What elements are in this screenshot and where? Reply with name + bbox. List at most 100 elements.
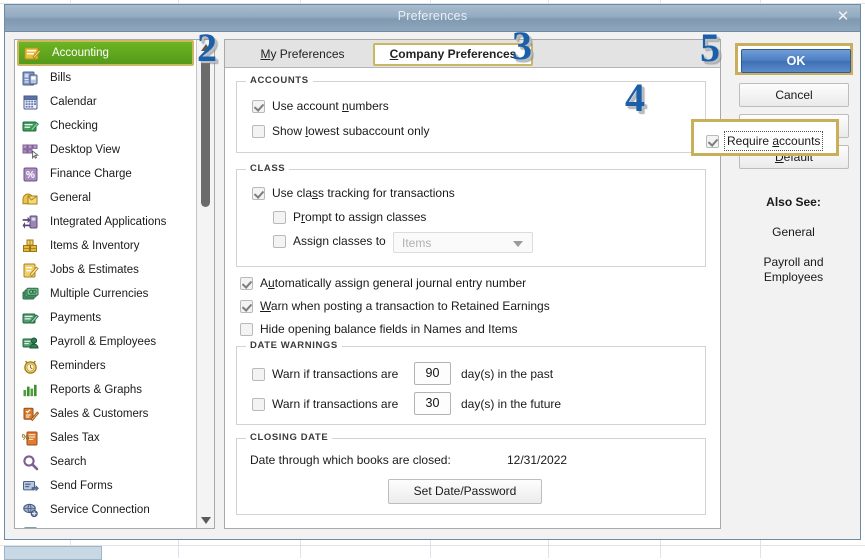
assign-classes-to-dropdown[interactable]: Items <box>393 232 533 253</box>
items-inventory-icon <box>22 238 39 255</box>
sidebar-item-search[interactable]: Search <box>15 450 196 474</box>
sidebar-item-sales-customers[interactable]: Sales & Customers <box>15 402 196 426</box>
ok-highlight-box: OK <box>735 43 853 75</box>
warn-past-row[interactable]: Warn if transactions are <box>252 367 398 381</box>
sidebar-item-label: Reminders <box>50 360 106 372</box>
general-icon <box>22 190 39 207</box>
tab-company-preferences[interactable]: Company Preferences <box>373 43 533 66</box>
close-icon[interactable]: ✕ <box>834 8 852 26</box>
hide-opening-balance-checkbox[interactable] <box>240 322 253 336</box>
warn-future-row[interactable]: Warn if transactions are <box>252 397 398 411</box>
use-account-numbers-label: Use account numbers <box>272 99 389 113</box>
scrollbar-thumb[interactable] <box>201 57 210 207</box>
sidebar-item-multiple-currencies[interactable]: Multiple Currencies <box>15 282 196 306</box>
also-see-link-payroll-employees[interactable]: Payroll and Employees <box>731 255 856 285</box>
sidebar-item-checking[interactable]: Checking <box>15 114 196 138</box>
sidebar-item-spelling[interactable]: AbcSpelling <box>15 522 196 528</box>
show-lowest-subaccount-row[interactable]: Show lowest subaccount only <box>252 124 429 138</box>
show-lowest-subaccount-checkbox[interactable] <box>252 124 265 138</box>
sidebar-item-label: Items & Inventory <box>50 240 140 252</box>
set-date-password-button[interactable]: Set Date/Password <box>388 479 542 504</box>
category-list[interactable]: Accounting Bills Calendar Checking Desktop V… <box>15 40 196 528</box>
require-accounts-row[interactable]: Require accounts <box>706 131 824 151</box>
tab-company-preferences-mnemonic: C <box>389 47 399 61</box>
date-warnings-group: DATE WARNINGS Warn if transactions are 9… <box>236 340 706 425</box>
warn-past-suffix: day(s) in the past <box>461 367 554 381</box>
sidebar-item-payments[interactable]: Payments <box>15 306 196 330</box>
also-see-link-general[interactable]: General <box>731 225 856 240</box>
sidebar-item-general[interactable]: General <box>15 186 196 210</box>
sidebar-item-label: Service Connection <box>50 504 150 516</box>
sidebar-item-label: Jobs & Estimates <box>50 264 139 276</box>
class-group-legend: CLASS <box>246 163 290 174</box>
sidebar-item-calendar[interactable]: Calendar <box>15 90 196 114</box>
auto-journal-number-row[interactable]: Automatically assign general journal ent… <box>240 276 526 290</box>
warn-retained-earnings-label: Warn when posting a transaction to Retai… <box>260 299 550 313</box>
sidebar-item-label: Sales & Customers <box>50 408 149 420</box>
assign-classes-to-checkbox[interactable] <box>273 234 286 248</box>
sidebar-item-label: Bills <box>50 72 72 84</box>
sidebar-item-reminders[interactable]: Reminders <box>15 354 196 378</box>
preferences-main-panel: My Preferences Company Preferences ACCOU… <box>224 39 839 529</box>
scroll-down-arrow-icon[interactable] <box>197 513 214 528</box>
sidebar-item-finance-charge[interactable]: % Finance Charge <box>15 162 196 186</box>
prompt-to-assign-classes-label: Prompt to assign classes <box>293 210 427 224</box>
sidebar-item-label: Reports & Graphs <box>50 384 143 396</box>
sidebar-item-desktop-view[interactable]: Desktop View <box>15 138 196 162</box>
hide-opening-balance-row[interactable]: Hide opening balance fields in Names and… <box>240 322 518 336</box>
cancel-button[interactable]: Cancel <box>739 83 849 107</box>
use-account-numbers-row[interactable]: Use account numbers <box>252 99 389 113</box>
calendar-icon <box>22 94 39 111</box>
sidebar-item-label: Desktop View <box>50 144 121 156</box>
warn-future-days-input[interactable]: 30 <box>414 392 451 415</box>
reminders-icon <box>22 358 39 375</box>
require-accounts-highlight-box: Require accounts <box>691 119 839 156</box>
sidebar-scrollbar[interactable] <box>196 40 214 528</box>
use-account-numbers-checkbox[interactable] <box>252 99 265 113</box>
closing-date-group: CLOSING DATE Date through which books ar… <box>236 432 706 515</box>
sidebar-item-sales-tax[interactable]: % Sales Tax <box>15 426 196 450</box>
sidebar-item-service-connection[interactable]: Service Connection <box>15 498 196 522</box>
prompt-to-assign-classes-row[interactable]: Prompt to assign classes <box>273 210 426 224</box>
scroll-up-arrow-icon[interactable] <box>197 40 214 55</box>
payments-icon <box>22 310 39 327</box>
sidebar-item-jobs-estimates[interactable]: Jobs & Estimates <box>15 258 196 282</box>
assign-classes-to-dropdown-value: Items <box>402 235 432 250</box>
sidebar-item-accounting[interactable]: Accounting <box>17 40 194 66</box>
assign-classes-to-label: Assign classes to <box>293 234 386 248</box>
tab-company-preferences-label: ompany Preferences <box>398 47 517 61</box>
prompt-to-assign-classes-checkbox[interactable] <box>273 210 286 224</box>
chevron-down-icon <box>513 241 523 247</box>
dialog-body: Accounting Bills Calendar Checking Desktop V… <box>5 32 862 541</box>
sidebar-item-bills[interactable]: Bills <box>15 66 196 90</box>
warn-retained-earnings-checkbox[interactable] <box>240 299 253 313</box>
use-class-tracking-row[interactable]: Use class tracking for transactions <box>252 186 455 200</box>
warn-retained-earnings-row[interactable]: Warn when posting a transaction to Retai… <box>240 299 550 313</box>
also-see-link-payroll-line1: Payroll and <box>763 255 824 269</box>
warn-past-days-input[interactable]: 90 <box>414 362 451 385</box>
sidebar-item-send-forms[interactable]: Send Forms <box>15 474 196 498</box>
tab-my-preferences[interactable]: My Preferences <box>235 43 370 66</box>
sidebar-item-payroll-employees[interactable]: Payroll & Employees <box>15 330 196 354</box>
class-group: CLASS Use class tracking for transaction… <box>236 163 706 267</box>
also-see-link-payroll-line2: Employees <box>763 270 824 284</box>
sidebar-item-label: Payroll & Employees <box>50 336 157 348</box>
warn-future-label: Warn if transactions are <box>272 397 399 411</box>
require-accounts-focus-ring: Require accounts <box>724 131 824 151</box>
sidebar-item-reports-graphs[interactable]: Reports & Graphs <box>15 378 196 402</box>
sidebar-item-label: Finance Charge <box>50 168 132 180</box>
assign-classes-to-row[interactable]: Assign classes to <box>273 234 386 248</box>
sidebar-item-integrated-applications[interactable]: Integrated Applications <box>15 210 196 234</box>
tab-my-preferences-label: y Preferences <box>270 47 345 61</box>
jobs-estimates-icon <box>22 262 39 279</box>
sidebar-item-items-inventory[interactable]: Items & Inventory <box>15 234 196 258</box>
integrated-applications-icon <box>22 214 39 231</box>
warn-future-checkbox[interactable] <box>252 397 265 411</box>
require-accounts-checkbox[interactable] <box>706 134 719 148</box>
warn-past-checkbox[interactable] <box>252 367 265 381</box>
use-class-tracking-checkbox[interactable] <box>252 186 265 200</box>
accounts-group: ACCOUNTS Use account numbers Show lowest… <box>236 75 706 153</box>
auto-journal-number-checkbox[interactable] <box>240 276 253 290</box>
multiple-currencies-icon <box>22 286 39 303</box>
ok-button[interactable]: OK <box>741 49 851 73</box>
